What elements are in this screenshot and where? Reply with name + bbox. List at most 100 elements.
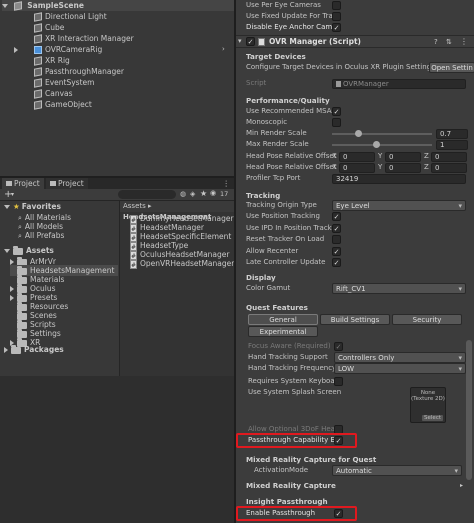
- max-render-scale-handle[interactable]: [373, 141, 380, 148]
- head-pose-z-field[interactable]: 0: [431, 152, 467, 162]
- expand-icon[interactable]: [2, 4, 8, 8]
- search-input[interactable]: [118, 190, 176, 199]
- bottom-empty-area: [0, 376, 234, 523]
- expand-icon[interactable]: [4, 347, 8, 353]
- help-icon[interactable]: ?: [434, 36, 438, 48]
- tracking-origin-dropdown[interactable]: Eye Level: [332, 200, 466, 211]
- head-pose-y-field[interactable]: 0: [385, 152, 421, 162]
- use-recommended-msaa-checkbox[interactable]: ✓: [332, 107, 341, 116]
- visibility-icon[interactable]: ◉: [210, 189, 216, 197]
- hand-tracking-support-dropdown[interactable]: Controllers Only: [334, 352, 466, 363]
- tracking-option-label: Reset Tracker On Load: [246, 235, 325, 243]
- preset-icon[interactable]: ⇅: [446, 36, 452, 48]
- tab-build-settings[interactable]: Build Settings: [320, 314, 390, 325]
- create-dropdown-icon[interactable]: ▾: [11, 189, 14, 200]
- hierarchy-item[interactable]: EventSystem: [34, 77, 94, 88]
- texture-select-button[interactable]: Select: [422, 415, 443, 421]
- tab-project-1[interactable]: Project: [2, 178, 44, 189]
- hand-tracking-frequency-dropdown[interactable]: LOW: [334, 363, 466, 374]
- packages-label: Packages: [24, 345, 64, 354]
- head-pose-y-field[interactable]: 0: [385, 163, 421, 173]
- assets-header[interactable]: Assets: [4, 245, 54, 256]
- hierarchy-item[interactable]: Canvas: [34, 88, 73, 99]
- mrc-expand-icon[interactable]: ▸: [460, 480, 463, 491]
- script-label: Script: [246, 79, 267, 87]
- filter-icon[interactable]: ◈: [190, 190, 195, 198]
- favorites-label: Favorites: [21, 202, 61, 211]
- activation-mode-dropdown[interactable]: Automatic: [332, 465, 462, 476]
- open-settings-button[interactable]: Open Settin: [429, 62, 474, 73]
- tab-security[interactable]: Security: [392, 314, 462, 325]
- open-prefab-icon[interactable]: ›: [222, 44, 225, 55]
- disable-eye-anchor-checkbox[interactable]: ✓: [332, 23, 341, 32]
- lock-icon[interactable]: ◍: [180, 190, 186, 198]
- color-gamut-dropdown[interactable]: Rift_CV1: [332, 283, 466, 294]
- star-icon: ★: [13, 202, 20, 211]
- tracking-option-checkbox[interactable]: ✓: [332, 246, 341, 256]
- passthrough-capability-label: Passthrough Capability En: [248, 436, 340, 444]
- target-devices-header: Target Devices: [246, 52, 306, 61]
- hierarchy-item[interactable]: GameObject: [34, 99, 92, 110]
- tab-general[interactable]: General: [248, 314, 318, 325]
- splash-texture-field[interactable]: None (Texture 2D) Select: [410, 387, 446, 423]
- more-options-icon[interactable]: ⋮: [223, 178, 231, 189]
- profiler-port-field[interactable]: 32419: [332, 174, 466, 184]
- scene-row[interactable]: SampleScene: [2, 0, 234, 11]
- favorite-item[interactable]: ⌕ All Prefabs: [18, 230, 64, 241]
- hierarchy-item-label: XR Interaction Manager: [45, 34, 134, 43]
- packages-header[interactable]: Packages: [4, 344, 64, 355]
- display-header: Display: [246, 273, 276, 282]
- head-pose-x-field[interactable]: 0: [339, 152, 375, 162]
- component-header[interactable]: ▾ ✓ OVR Manager (Script) ? ⇅ ⋮: [236, 35, 474, 48]
- inspector-scrollbar[interactable]: [466, 340, 472, 480]
- max-render-scale-track[interactable]: [332, 144, 432, 146]
- assets-label: Assets: [26, 246, 54, 255]
- cube-icon: [34, 34, 42, 44]
- requires-system-keyboard-checkbox[interactable]: [334, 377, 343, 386]
- hierarchy-item[interactable]: OVRCameraRig: [14, 44, 102, 55]
- more-options-icon[interactable]: ⋮: [460, 36, 468, 48]
- head-pose-z-field[interactable]: 0: [431, 163, 467, 173]
- expand-icon[interactable]: [14, 47, 18, 53]
- passthrough-capability-checkbox[interactable]: ✓: [334, 436, 343, 445]
- favorites-header[interactable]: ★ Favorites: [4, 201, 61, 212]
- color-gamut-label: Color Gamut: [246, 284, 291, 292]
- min-render-scale-handle[interactable]: [355, 130, 362, 137]
- head-pose-x-field[interactable]: 0: [339, 163, 375, 173]
- focus-aware-label: Focus Aware (Required): [248, 342, 331, 350]
- tab-experimental[interactable]: Experimental: [248, 326, 318, 337]
- use-recommended-msaa-label: Use Recommended MSAA: [246, 107, 337, 115]
- tab-project-2[interactable]: Project: [46, 178, 88, 189]
- script-value: OVRManager: [343, 80, 389, 88]
- monoscopic-checkbox[interactable]: [332, 118, 341, 127]
- tracking-option-checkbox[interactable]: ✓: [332, 223, 341, 233]
- expand-icon[interactable]: [4, 249, 10, 253]
- cube-icon: [34, 67, 42, 77]
- hierarchy-item[interactable]: XR Rig: [34, 55, 70, 66]
- min-render-scale-field[interactable]: 0.7: [436, 129, 468, 139]
- hierarchy-item[interactable]: Directional Light: [34, 11, 107, 22]
- hierarchy-item[interactable]: XR Interaction Manager: [34, 33, 134, 44]
- unity-scene-icon: [13, 1, 22, 11]
- tracking-option-checkbox[interactable]: ✓: [332, 258, 341, 267]
- tracking-option-checkbox[interactable]: ✓: [332, 212, 341, 221]
- star-filter-icon[interactable]: ★: [200, 189, 207, 198]
- requires-system-keyboard-label: Requires System Keyboar: [248, 377, 338, 385]
- use-fixed-update-checkbox[interactable]: [332, 12, 341, 21]
- expand-icon[interactable]: [4, 205, 10, 209]
- cube-icon: [34, 23, 42, 33]
- axis-x-label: X: [332, 152, 337, 160]
- max-render-scale-field[interactable]: 1: [436, 140, 468, 150]
- enable-passthrough-checkbox[interactable]: ✓: [334, 509, 343, 518]
- breadcrumb-assets[interactable]: Assets: [123, 202, 146, 210]
- axis-z-label: Z: [424, 163, 429, 171]
- hierarchy-item[interactable]: Cube: [34, 22, 64, 33]
- component-enabled-checkbox[interactable]: ✓: [246, 37, 255, 46]
- min-render-scale-track[interactable]: [332, 133, 432, 135]
- collapse-icon[interactable]: ▾: [238, 37, 242, 45]
- use-per-eye-cameras-checkbox[interactable]: [332, 1, 341, 10]
- tracking-option-checkbox[interactable]: [332, 235, 341, 244]
- project-tree: ★ Favorites ⌕ All Materials ⌕ All Models ⌕ All…: [0, 201, 118, 376]
- script-file-item[interactable]: OpenVRHeadsetManager: [130, 258, 234, 271]
- hierarchy-item[interactable]: PassthroughManager: [34, 66, 124, 77]
